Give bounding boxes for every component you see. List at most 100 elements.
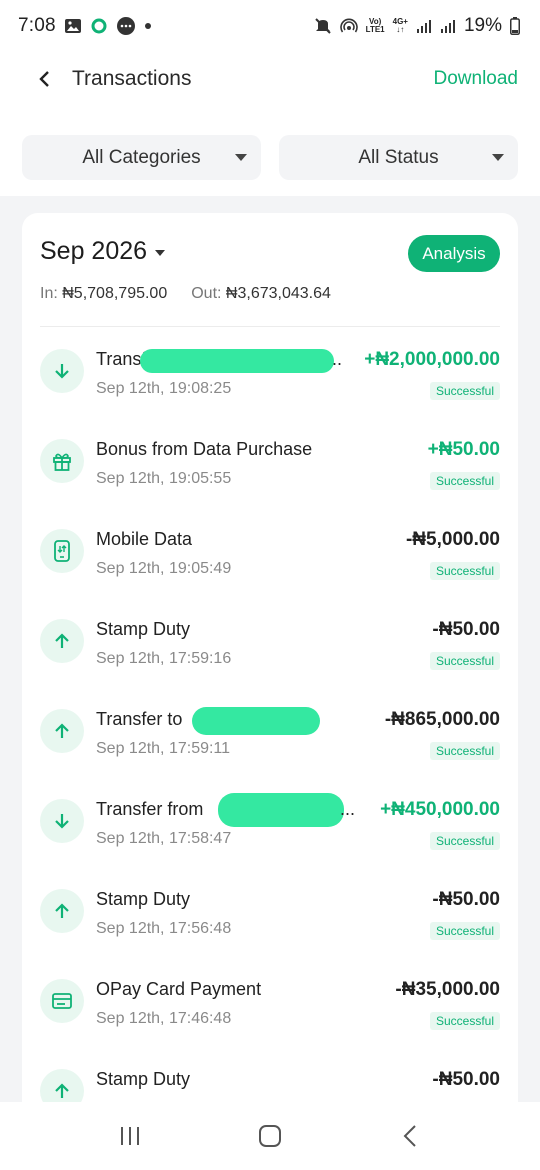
sync-icon <box>90 17 108 35</box>
status-badge: Successful <box>429 472 500 490</box>
transaction-date: Sep 12th, 17:58:47 <box>96 830 232 847</box>
chat-icon <box>116 16 136 36</box>
categories-dropdown[interactable]: All Categories <box>22 135 261 180</box>
transaction-row[interactable]: Transfer to Sep 12th, 17:59:11 -₦865,000… <box>22 695 518 785</box>
page-title: Transactions <box>72 67 192 90</box>
transaction-row[interactable]: Mobile Data Sep 12th, 19:05:49 -₦5,000.0… <box>22 515 518 605</box>
transaction-date: Sep 12th, 17:59:11 <box>96 740 231 757</box>
status-time: 7:08 <box>18 15 56 36</box>
nav-back-button[interactable] <box>380 1116 440 1156</box>
transaction-row[interactable]: OPay Card Payment Sep 12th, 17:46:48 -₦3… <box>22 965 518 1055</box>
transaction-title: Stamp Duty <box>96 619 191 639</box>
transaction-list: Transfer from .. Sep 12th, 19:08:25 +₦2,… <box>22 335 518 1102</box>
transaction-date: Sep 12th, 17:56:48 <box>96 920 232 937</box>
transaction-amount: -₦35,000.00 <box>395 979 500 1000</box>
transaction-date: Sep 12th, 17:59:16 <box>96 650 232 667</box>
transaction-amount: -₦50.00 <box>432 889 500 910</box>
redaction-mark <box>218 793 344 827</box>
transaction-date: Sep 12th, 19:05:55 <box>96 470 232 487</box>
battery-percent: 19% <box>463 15 502 36</box>
status-right: Vo) LTE1 4G+ ↓↑ 19% <box>314 15 520 37</box>
back-icon <box>403 1125 416 1147</box>
system-nav-bar <box>0 1102 540 1170</box>
status-badge: Successful <box>429 742 500 760</box>
transaction-amount: +₦2,000,000.00 <box>364 349 500 370</box>
gift-icon <box>40 439 84 483</box>
caret-down-icon <box>492 154 504 161</box>
transaction-amount: +₦50.00 <box>427 439 500 460</box>
app-header: Transactions Download <box>0 52 540 106</box>
transaction-date: Sep 12th, 19:05:49 <box>96 560 232 577</box>
transaction-row[interactable]: Bonus from Data Purchase Sep 12th, 19:05… <box>22 425 518 515</box>
transactions-card: Sep 2026 Analysis In: ₦5,708,795.00 Out:… <box>22 213 518 1102</box>
arrow-up-icon <box>40 889 84 933</box>
home-button[interactable] <box>240 1116 300 1156</box>
mobile-data-icon <box>40 529 84 573</box>
transaction-title: Transfer from <box>96 799 204 819</box>
transaction-amount: +₦450,000.00 <box>380 799 500 820</box>
analysis-button[interactable]: Analysis <box>408 235 500 272</box>
title-ellipsis: ... <box>340 799 356 819</box>
chevron-left-icon <box>39 71 49 87</box>
recents-icon <box>121 1127 139 1145</box>
monthly-summary: In: ₦5,708,795.00 Out: ₦3,673,043.64 <box>40 285 331 303</box>
signal-2-icon <box>440 18 456 34</box>
divider <box>40 326 500 327</box>
transaction-title: Bonus from Data Purchase <box>96 439 313 459</box>
dot-icon <box>144 22 152 30</box>
transaction-row[interactable]: Stamp Duty -₦50.00 <box>22 1055 518 1102</box>
in-label: In: <box>40 285 58 302</box>
transaction-amount: -₦5,000.00 <box>405 529 500 550</box>
status-badge: Successful <box>429 652 500 670</box>
back-button[interactable] <box>30 65 58 93</box>
transaction-amount: -₦50.00 <box>432 1069 500 1090</box>
arrow-up-icon <box>40 1069 84 1102</box>
categories-label: All Categories <box>82 146 201 168</box>
month-label: Sep 2026 <box>40 237 148 265</box>
transaction-row[interactable]: Transfer from .. Sep 12th, 19:08:25 +₦2,… <box>22 335 518 425</box>
transaction-date: Sep 12th, 19:08:25 <box>96 380 232 397</box>
status-badge: Successful <box>429 922 500 940</box>
month-selector[interactable]: Sep 2026 <box>40 237 166 266</box>
out-value: ₦3,673,043.64 <box>225 285 331 302</box>
transaction-title: Stamp Duty <box>96 889 191 909</box>
filter-bar: All Categories All Status <box>22 135 518 180</box>
arrow-up-icon <box>40 619 84 663</box>
transaction-row[interactable]: Transfer from ... Sep 12th, 17:58:47 +₦4… <box>22 785 518 875</box>
status-dropdown[interactable]: All Status <box>279 135 518 180</box>
status-badge: Successful <box>429 562 500 580</box>
card-icon <box>40 979 84 1023</box>
out-label: Out: <box>191 285 222 302</box>
in-summary: In: ₦5,708,795.00 <box>40 285 167 303</box>
network-type-icon: 4G+ ↓↑ <box>392 17 408 34</box>
arrow-up-icon <box>40 709 84 753</box>
transaction-title: OPay Card Payment <box>96 979 262 999</box>
caret-down-icon <box>155 249 166 256</box>
transaction-title: Mobile Data <box>96 529 193 549</box>
arrow-down-icon <box>40 349 84 393</box>
mute-icon <box>314 17 332 35</box>
signal-1-icon <box>416 18 432 34</box>
status-badge: Successful <box>429 382 500 400</box>
transaction-date: Sep 12th, 17:46:48 <box>96 1010 232 1027</box>
volte-icon: Vo) LTE1 <box>365 17 385 34</box>
hotspot-icon <box>339 17 358 35</box>
transaction-title: Transfer to <box>96 709 183 729</box>
status-left: 7:08 <box>18 15 152 37</box>
arrow-down-icon <box>40 799 84 843</box>
gallery-icon <box>64 17 82 35</box>
status-bar: 7:08 Vo) LTE1 4G+ ↓↑ 19% <box>0 0 540 52</box>
transaction-row[interactable]: Stamp Duty Sep 12th, 17:59:16 -₦50.00 Su… <box>22 605 518 695</box>
out-summary: Out: ₦3,673,043.64 <box>191 285 331 303</box>
home-icon <box>259 1125 281 1147</box>
recents-button[interactable] <box>100 1116 160 1156</box>
download-button[interactable]: Download <box>434 68 519 90</box>
in-value: ₦5,708,795.00 <box>62 285 168 302</box>
title-ellipsis: .. <box>332 349 343 369</box>
transaction-title: Stamp Duty <box>96 1069 191 1089</box>
transaction-row[interactable]: Stamp Duty Sep 12th, 17:56:48 -₦50.00 Su… <box>22 875 518 965</box>
status-label: All Status <box>358 146 439 168</box>
transaction-amount: -₦865,000.00 <box>384 709 500 730</box>
transaction-amount: -₦50.00 <box>432 619 500 640</box>
status-badge: Successful <box>429 1012 500 1030</box>
